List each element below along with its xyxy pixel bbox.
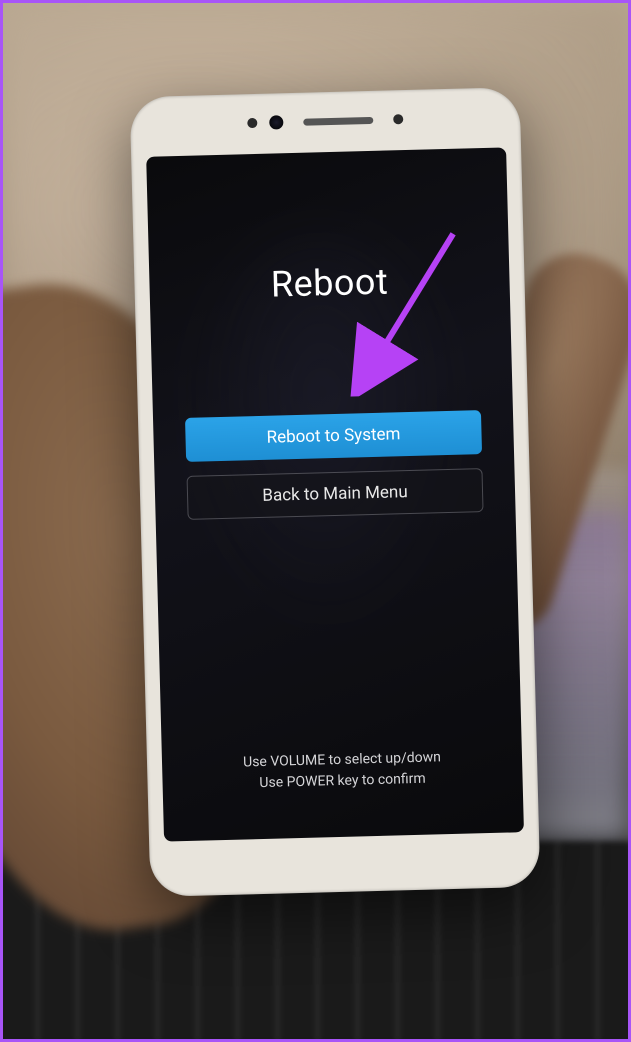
reboot-to-system-label: Reboot to System [266, 424, 400, 447]
front-camera-icon [269, 115, 283, 129]
phone-recovery-screen: Reboot Reboot to System Back to Main Men… [146, 147, 524, 841]
back-to-main-menu-button[interactable]: Back to Main Menu [187, 468, 484, 520]
usage-instructions: Use VOLUME to select up/down Use POWER k… [162, 745, 523, 796]
phone-top-sensors [247, 112, 403, 130]
light-sensor-icon [393, 114, 403, 124]
reboot-to-system-button[interactable]: Reboot to System [185, 410, 482, 462]
phone-body: Reboot Reboot to System Back to Main Men… [130, 87, 541, 897]
recovery-menu: Reboot to System Back to Main Menu [153, 409, 516, 520]
earpiece-speaker-icon [303, 116, 373, 125]
screen-title: Reboot [270, 261, 388, 306]
back-to-main-menu-label: Back to Main Menu [262, 482, 408, 506]
proximity-sensor-icon [247, 118, 257, 128]
